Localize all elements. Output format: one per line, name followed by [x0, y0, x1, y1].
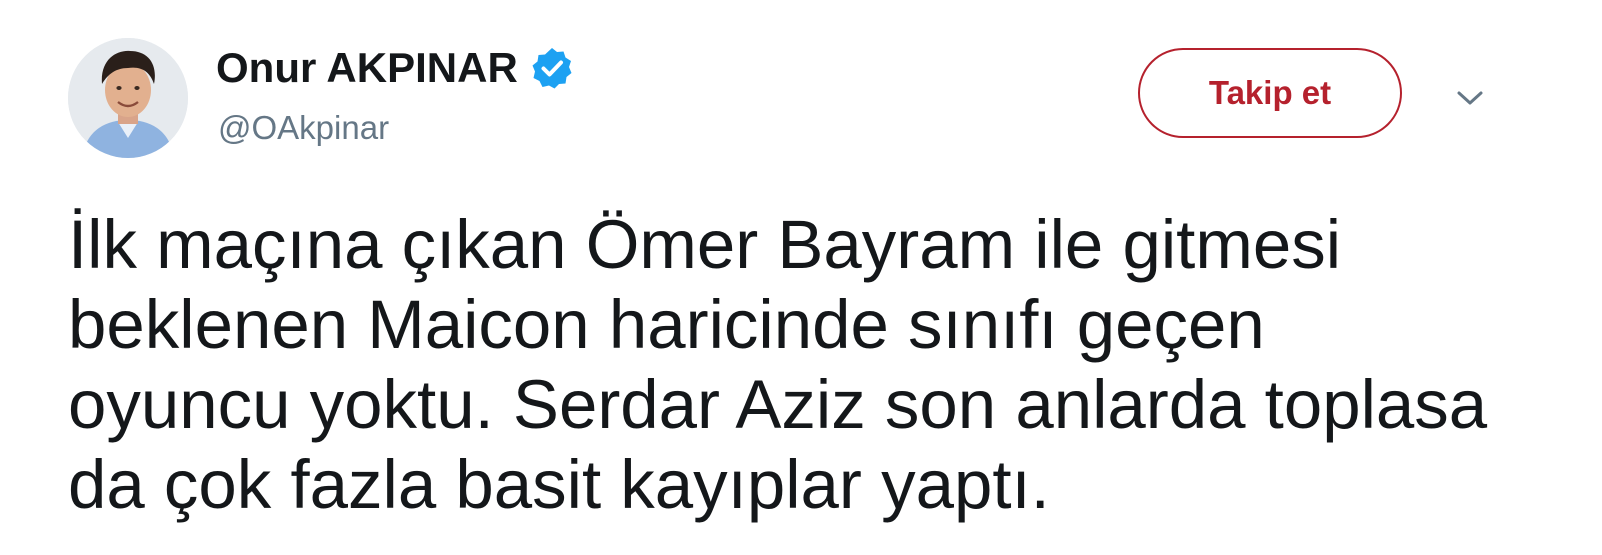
tweet-text-line: İlk maçına çıkan Ömer Bayram ile gitmesi [68, 206, 1342, 283]
author-name[interactable]: Onur AKPINAR [216, 42, 574, 94]
author-avatar[interactable] [68, 38, 188, 158]
tweet-text-line: da çok fazla basit kayıplar yaptı. [68, 446, 1050, 523]
tweet-text: İlk maçına çıkan Ömer Bayram ile gitmesi… [68, 205, 1548, 525]
tweet-card: Onur AKPINAR @OAkpinar Takip et İlk maçı… [0, 0, 1602, 555]
tweet-text-line: oyuncu yoktu. Serdar Aziz son anlarda to… [68, 366, 1488, 443]
chevron-down-icon[interactable] [1452, 86, 1488, 110]
follow-button[interactable]: Takip et [1138, 48, 1402, 138]
author-handle[interactable]: @OAkpinar [218, 108, 389, 148]
verified-badge-icon [530, 46, 574, 90]
author-name-text[interactable]: Onur AKPINAR [216, 42, 518, 94]
avatar-photo-icon [68, 38, 188, 158]
tweet-text-line: beklenen Maicon haricinde sınıfı geçen [68, 286, 1265, 363]
